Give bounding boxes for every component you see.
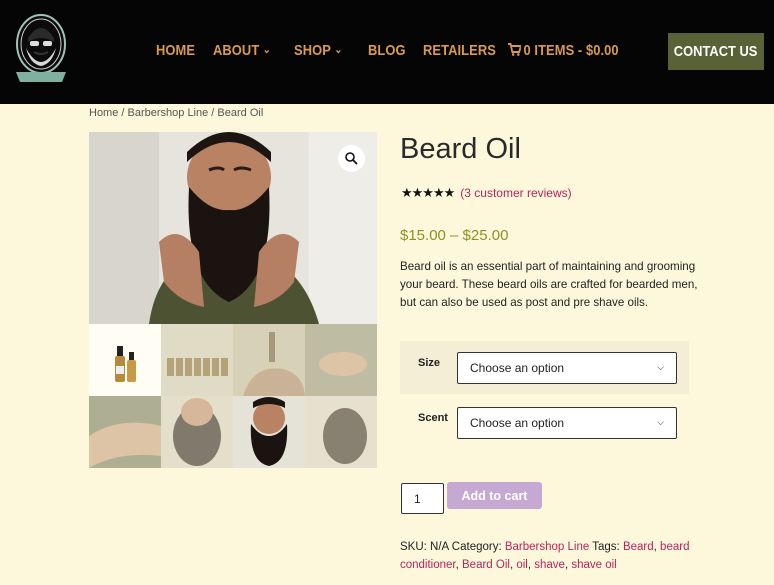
reviews-link[interactable]: (3 customer reviews) — [460, 186, 571, 200]
tag-link[interactable]: Beard Oil — [462, 559, 510, 571]
product-description: Beard oil is an essential part of mainta… — [400, 260, 698, 309]
chevron-down-icon: ⌄ — [262, 44, 271, 56]
thumbnail-beard-full[interactable] — [233, 396, 305, 468]
chevron-down-icon: ⌵ — [657, 417, 664, 427]
nav-blog[interactable]: BLOG — [368, 42, 406, 59]
tag-link[interactable]: oil — [516, 559, 528, 571]
product-meta: SKU: N/A Category: Barbershop Line Tags:… — [400, 541, 690, 571]
product-thumbnails — [89, 324, 377, 468]
product-rating: ★★★★★ (3 customer reviews) — [401, 185, 572, 201]
product-main-image[interactable] — [89, 132, 377, 324]
contact-us-button[interactable]: CONTACT US — [668, 33, 764, 70]
thumbnail-bottles-row[interactable] — [161, 324, 233, 396]
nav-home[interactable]: HOME — [156, 42, 195, 59]
thumbnail-palm[interactable] — [305, 324, 377, 396]
breadcrumb-current: Beard Oil — [217, 107, 264, 119]
nav-shop[interactable]: SHOP ⌄ — [294, 42, 342, 59]
scent-select[interactable]: Choose an option ⌵ — [457, 406, 677, 439]
variations-form: Size Choose an option ⌵ Scent Choose an … — [400, 341, 689, 449]
tag-link[interactable]: Beard — [623, 541, 654, 553]
add-to-cart-button[interactable]: Add to cart — [447, 482, 542, 509]
sku-value: N/A — [430, 541, 449, 553]
brand-logo[interactable] — [12, 12, 70, 86]
quantity-input[interactable]: 1 — [401, 483, 444, 514]
chevron-down-icon: ⌄ — [334, 44, 343, 56]
scent-label: Scent — [418, 411, 448, 424]
thumbnail-beard-applying[interactable] — [161, 396, 233, 468]
breadcrumb-home[interactable]: Home — [89, 107, 118, 119]
thumbnail-hands-rubbing[interactable] — [89, 396, 161, 468]
cart-icon — [508, 43, 523, 56]
nav-about[interactable]: ABOUT ⌄ — [213, 42, 271, 59]
variation-scent-row: Scent Choose an option ⌵ — [400, 396, 689, 449]
product-title: Beard Oil — [400, 133, 521, 165]
tag-link[interactable]: shave — [534, 559, 565, 571]
thumbnail-beard-side[interactable] — [305, 396, 377, 468]
breadcrumb-category[interactable]: Barbershop Line — [128, 107, 209, 119]
site-header: HOME ABOUT ⌄ SHOP ⌄ BLOG RETAILERS 0 ITEMS… — [0, 0, 774, 104]
variation-size-row: Size Choose an option ⌵ — [400, 341, 689, 394]
breadcrumb: Home / Barbershop Line / Beard Oil — [89, 107, 264, 119]
tag-link[interactable]: shave oil — [571, 559, 616, 571]
nav-cart[interactable]: 0 ITEMS - $0.00 — [508, 42, 619, 59]
size-label: Size — [418, 356, 441, 369]
category-link[interactable]: Barbershop Line — [505, 541, 589, 553]
price-range: $15.00 – $25.00 — [400, 227, 509, 244]
zoom-icon[interactable] — [338, 145, 365, 172]
chevron-down-icon: ⌵ — [657, 362, 664, 372]
star-rating-icon: ★★★★★ — [401, 185, 455, 200]
thumbnail-dropper[interactable] — [233, 324, 305, 396]
thumbnail-bottles-single[interactable] — [89, 324, 161, 396]
size-select[interactable]: Choose an option ⌵ — [457, 351, 677, 384]
nav-retailers[interactable]: RETAILERS — [423, 42, 496, 59]
